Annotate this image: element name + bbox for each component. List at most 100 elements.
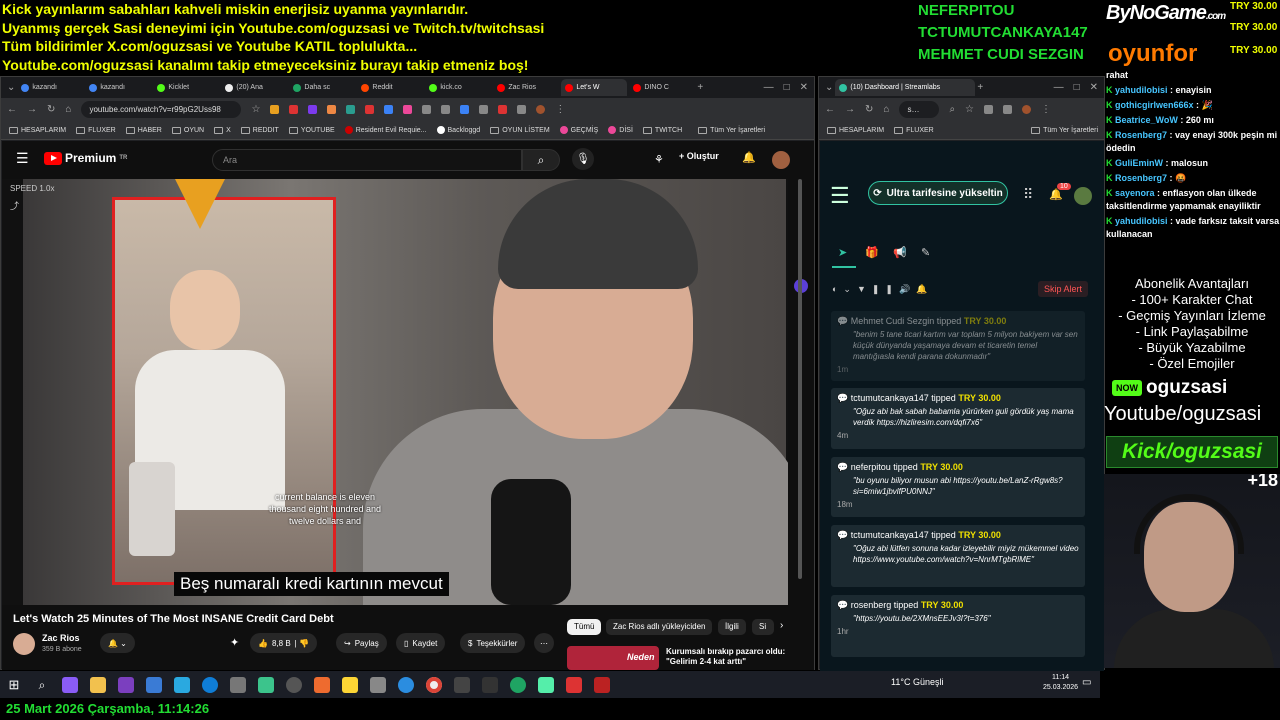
- notification-center-icon[interactable]: ▭: [1082, 677, 1091, 688]
- app-icon[interactable]: [454, 676, 470, 693]
- start-menu-icon[interactable]: ⊞: [6, 677, 22, 693]
- extension-icon[interactable]: [479, 105, 489, 114]
- search-icon[interactable]: ⌕: [522, 149, 560, 171]
- onenote-icon[interactable]: [118, 676, 134, 693]
- menu-icon[interactable]: ☰: [830, 183, 850, 209]
- browser-tab[interactable]: DINO C: [629, 79, 695, 96]
- app-icon[interactable]: [174, 676, 190, 693]
- address-bar[interactable]: youtube.com/watch?v=r99pG2Uss98: [81, 101, 242, 118]
- chip-all[interactable]: Tümü: [567, 619, 602, 635]
- more-menu-icon[interactable]: ⋮: [1041, 104, 1051, 115]
- new-tab-icon[interactable]: +: [697, 82, 703, 93]
- extension-icon[interactable]: [422, 105, 432, 114]
- forward-icon[interactable]: →: [845, 104, 855, 115]
- channel-name[interactable]: Zac Rios: [42, 633, 80, 643]
- minimize-icon[interactable]: —: [764, 82, 774, 93]
- back-icon[interactable]: ←: [7, 104, 17, 115]
- home-icon[interactable]: ⌂: [65, 104, 71, 115]
- upgrade-button[interactable]: ⟳ Ultra tarifesine yükseltin: [868, 181, 1008, 205]
- bookmark-item[interactable]: FLUXER: [894, 126, 934, 134]
- bookmark-item[interactable]: X: [214, 126, 231, 134]
- close-icon[interactable]: ✕: [1090, 82, 1098, 93]
- app-icon[interactable]: [398, 676, 414, 693]
- file-explorer-icon[interactable]: [90, 676, 106, 693]
- extension-icon[interactable]: [346, 105, 356, 114]
- more-actions-button[interactable]: ⋯: [534, 633, 554, 653]
- bookmark-item[interactable]: HESAPLARIM: [827, 126, 884, 134]
- chip-from-uploader[interactable]: Zac Rios adlı yükleyiciden: [606, 619, 713, 635]
- save-button[interactable]: ▯ Kaydet: [396, 633, 446, 653]
- channel-avatar[interactable]: [13, 633, 35, 655]
- app-icon[interactable]: [566, 676, 582, 693]
- browser-tab[interactable]: (20) Ana: [221, 79, 287, 96]
- extension-icon[interactable]: [984, 105, 994, 114]
- search-icon[interactable]: ⌕: [34, 677, 50, 693]
- bookmark-item[interactable]: REDDIT: [240, 126, 279, 134]
- extension-icon[interactable]: [308, 105, 318, 114]
- extension-icon[interactable]: [498, 105, 508, 114]
- app-icon[interactable]: [594, 676, 610, 693]
- reload-icon[interactable]: ↻: [865, 104, 873, 115]
- bookmark-item[interactable]: TWITCH: [642, 126, 682, 134]
- alert-controls[interactable]: ◐⌄▼❚❚🔊🔔: [832, 284, 933, 295]
- microphone-icon[interactable]: 🎙: [572, 148, 594, 170]
- app-icon[interactable]: [62, 676, 78, 693]
- bookmark-item[interactable]: YOUTUBE: [288, 126, 335, 134]
- new-tab-icon[interactable]: +: [977, 82, 983, 93]
- bookmark-item[interactable]: GEÇMİŞ: [559, 126, 598, 134]
- profile-avatar[interactable]: [1022, 105, 1032, 114]
- youtube-premium-logo[interactable]: Premium TR: [44, 151, 127, 165]
- app-icon[interactable]: [258, 676, 274, 693]
- bookmark-star-icon[interactable]: ☆: [965, 104, 974, 115]
- browser-tab[interactable]: kick.co: [425, 79, 491, 96]
- extension-icon[interactable]: [403, 105, 413, 114]
- bookmark-item[interactable]: Tüm Yer İşaretleri: [698, 126, 765, 134]
- tab-list-icon[interactable]: ⌄: [7, 82, 15, 93]
- bookmark-star-icon[interactable]: ☆: [251, 104, 260, 115]
- share-button[interactable]: ↪ Paylaş: [336, 633, 387, 653]
- extension-icon[interactable]: [460, 105, 470, 114]
- subscribed-bell-button[interactable]: 🔔 ⌄: [100, 633, 135, 653]
- extension-icon[interactable]: [327, 105, 337, 114]
- app-icon[interactable]: [538, 676, 554, 693]
- tab-list-icon[interactable]: ⌄: [825, 82, 833, 93]
- share-out-icon[interactable]: ⤴: [10, 199, 19, 212]
- app-icon[interactable]: [314, 676, 330, 693]
- browser-tab[interactable]: kazandı: [85, 79, 151, 96]
- more-menu-icon[interactable]: ⋮: [555, 104, 565, 115]
- search-input[interactable]: Ara: [212, 149, 522, 171]
- browser-tab[interactable]: kazandı: [17, 79, 83, 96]
- camera-icon[interactable]: [230, 676, 246, 693]
- pen-icon[interactable]: ✎: [921, 246, 930, 259]
- maximize-icon[interactable]: □: [784, 82, 790, 93]
- extension-icon[interactable]: [289, 105, 299, 114]
- notification-bell-icon[interactable]: 🔔: [742, 151, 756, 164]
- bookmark-item[interactable]: Backloggd: [436, 126, 480, 134]
- account-avatar[interactable]: [1074, 187, 1092, 205]
- close-icon[interactable]: ✕: [800, 82, 808, 93]
- bookmark-item[interactable]: OYUN LİSTEM: [490, 126, 550, 134]
- app-icon[interactable]: [482, 676, 498, 693]
- browser-tab[interactable]: Kicklet: [153, 79, 219, 96]
- app-icon[interactable]: [342, 676, 358, 693]
- forward-icon[interactable]: →: [27, 104, 37, 115]
- extension-icon[interactable]: [384, 105, 394, 114]
- browser-tab[interactable]: Reddit: [357, 79, 423, 96]
- back-icon[interactable]: ←: [825, 104, 835, 115]
- bookmark-item[interactable]: HESAPLARIM: [9, 126, 66, 134]
- bookmark-item[interactable]: Resident Evil Requie...: [344, 126, 427, 134]
- weather-widget[interactable]: 11°C Güneşli: [891, 677, 943, 687]
- profile-avatar[interactable]: [536, 105, 546, 114]
- gamepad-icon[interactable]: ⚘: [654, 153, 664, 166]
- app-icon[interactable]: [510, 676, 526, 693]
- browser-tab-active[interactable]: (10) Dashboard | Streamlabs: [835, 79, 976, 96]
- bookmark-item[interactable]: Tüm Yer İşaretleri: [1031, 126, 1098, 134]
- bookmark-item[interactable]: FLUXER: [76, 126, 116, 134]
- skip-alert-button[interactable]: Skip Alert: [1038, 281, 1089, 297]
- home-icon[interactable]: ⌂: [883, 104, 889, 115]
- extension-icon[interactable]: [270, 105, 280, 114]
- recommended-title[interactable]: Kurumsalı bırakıp pazarcı oldu: "Gelirim…: [666, 647, 786, 667]
- app-icon[interactable]: [370, 676, 386, 693]
- create-button[interactable]: + Oluştur: [679, 151, 719, 161]
- chip-more[interactable]: Si: [752, 619, 774, 635]
